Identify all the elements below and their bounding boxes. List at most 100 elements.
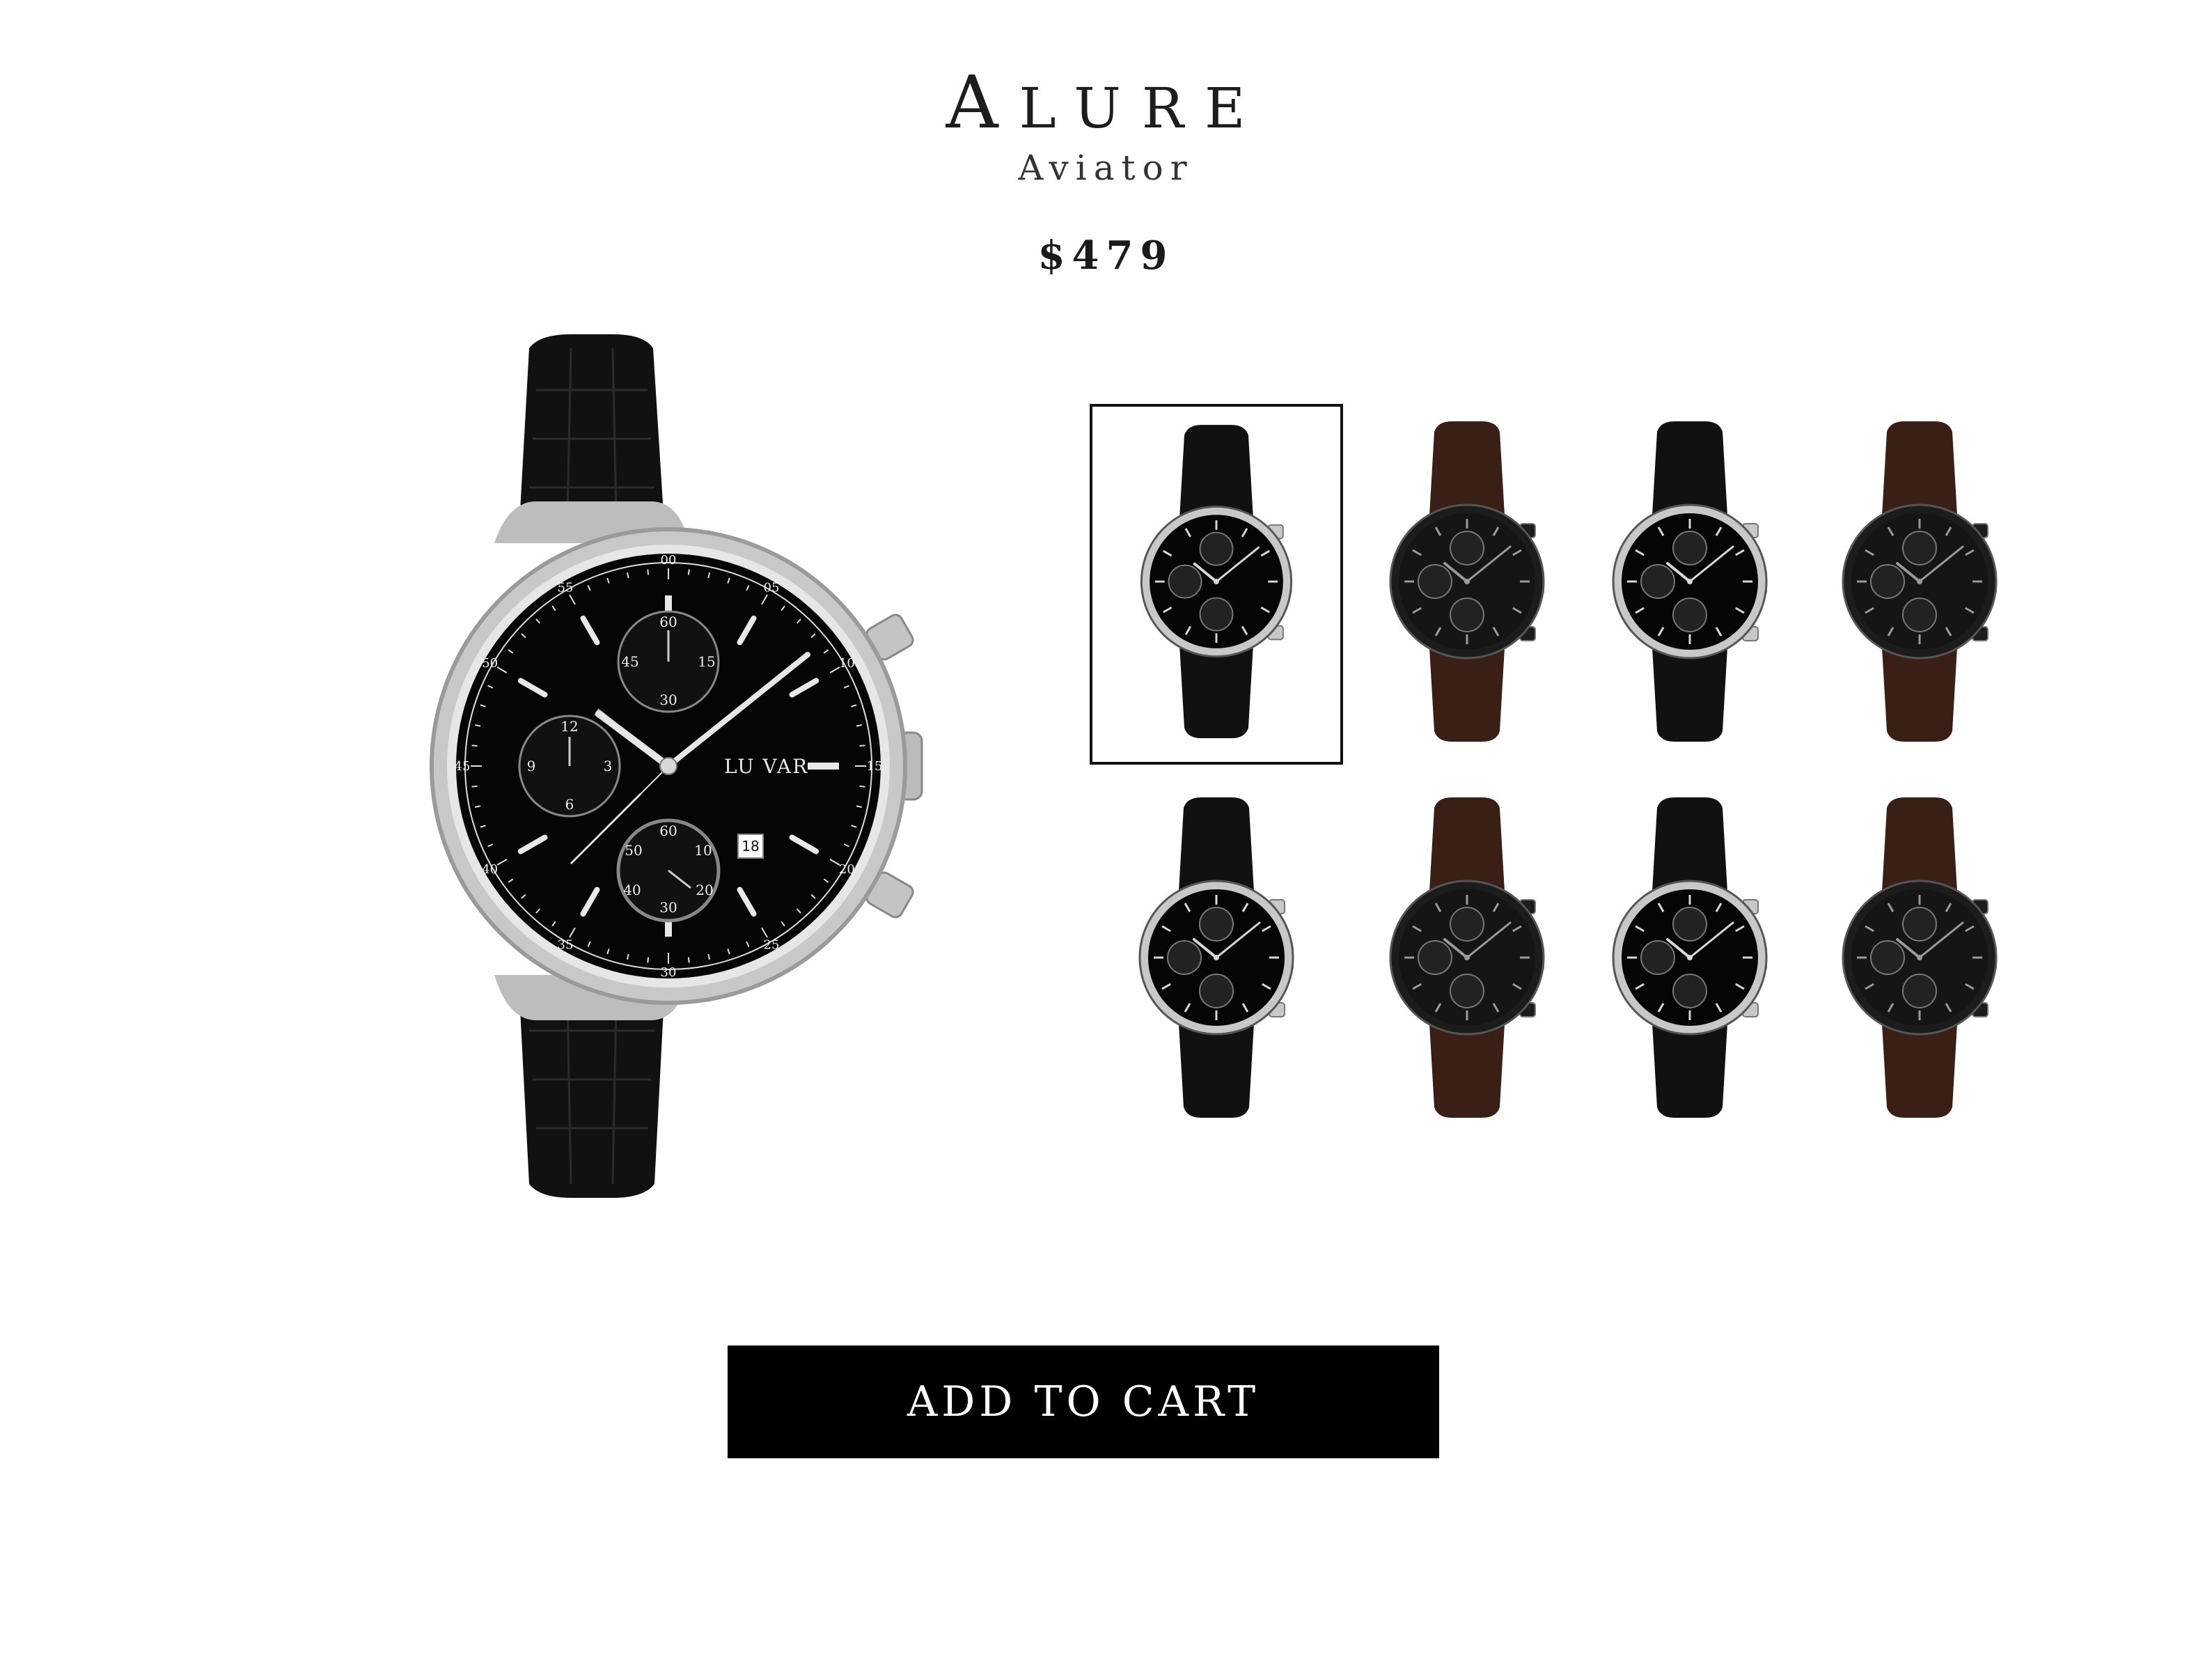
minute-label: 30: [661, 965, 677, 980]
minute-tick: [859, 785, 865, 788]
thumbnail-watch-image: [1138, 797, 1294, 1118]
thumb-center-pin: [1687, 579, 1693, 584]
subdial-bottom-60: 60: [659, 822, 677, 839]
thumbnail-3[interactable]: [1563, 404, 1817, 765]
center-pin: [659, 757, 677, 775]
thumbnail-1[interactable]: [1090, 404, 1343, 765]
thumb-upper-strap: [1179, 425, 1253, 517]
add-to-cart-button[interactable]: ADD TO CART: [728, 1345, 1439, 1458]
thumb-subdial-top: [1902, 907, 1937, 942]
minute-label: 55: [558, 581, 574, 595]
thumb-lower-strap: [1882, 648, 1957, 742]
thumb-upper-strap: [1179, 797, 1254, 891]
subdial-top-30: 30: [659, 692, 677, 708]
thumb-lower-strap: [1652, 648, 1727, 742]
thumb-lower-strap: [1179, 646, 1253, 739]
thumb-center-pin: [1214, 955, 1219, 960]
thumb-subdial-left: [1640, 564, 1675, 599]
thumb-lower-strap: [1429, 1024, 1505, 1118]
thumb-center-pin: [1917, 955, 1922, 960]
thumb-subdial-top: [1199, 907, 1234, 942]
thumb-center-pin: [1687, 955, 1693, 960]
brand-rest: lure: [1019, 76, 1266, 141]
thumb-lower-strap: [1429, 648, 1505, 742]
dial-logo: LU VAR: [724, 755, 808, 778]
thumb-subdial-left: [1870, 564, 1905, 599]
thumbnail-6[interactable]: [1340, 780, 1594, 1141]
thumbnail-2[interactable]: [1340, 404, 1594, 765]
thumb-upper-strap: [1652, 421, 1727, 515]
thumb-subdial-left: [1418, 940, 1452, 975]
thumb-subdial-bottom: [1902, 974, 1937, 1008]
minute-label: 15: [867, 759, 883, 774]
thumbnail-8[interactable]: [1793, 780, 2046, 1141]
thumb-subdial-bottom: [1199, 974, 1234, 1008]
subdial-bottom-10: 10: [694, 842, 712, 859]
subdial-bottom-40: 40: [623, 882, 641, 898]
thumbnail-5[interactable]: [1090, 780, 1343, 1141]
thumb-subdial-bottom: [1672, 598, 1707, 632]
thumbnail-4[interactable]: [1793, 404, 2046, 765]
thumbnail-watch-image: [1389, 421, 1545, 742]
minute-label: 35: [558, 937, 574, 952]
minute-label: 45: [455, 759, 471, 774]
thumb-center-pin: [1214, 579, 1219, 584]
thumb-subdial-left: [1418, 564, 1452, 599]
thumbnail-watch-image: [1140, 425, 1293, 739]
thumbnail-watch-image: [1612, 797, 1768, 1118]
subdial-bottom-30: 30: [659, 899, 677, 916]
thumb-upper-strap: [1882, 797, 1957, 891]
thumb-subdial-bottom: [1199, 597, 1234, 632]
thumb-subdial-left: [1870, 940, 1905, 975]
subdial-top-15: 15: [698, 653, 715, 670]
thumb-subdial-top: [1672, 531, 1707, 565]
thumbnail-watch-image: [1842, 797, 1998, 1118]
thumbnail-watch-image: [1389, 797, 1545, 1118]
thumb-subdial-top: [1199, 531, 1234, 566]
thumb-subdial-bottom: [1450, 974, 1484, 1008]
thumb-subdial-top: [1902, 531, 1937, 565]
thumb-upper-strap: [1652, 797, 1727, 891]
thumbnail-gallery: [1090, 404, 2050, 1142]
subdial-bottom-20: 20: [696, 882, 713, 898]
minute-label: 25: [764, 937, 780, 952]
thumb-center-pin: [1464, 955, 1470, 960]
thumb-lower-strap: [1179, 1024, 1254, 1118]
watch-illustration: 000510152025303540455055 60 15 30 45 12 …: [430, 334, 923, 1198]
thumb-subdial-top: [1672, 907, 1707, 942]
thumbnail-7[interactable]: [1563, 780, 1817, 1141]
minute-label: 40: [482, 862, 498, 877]
subdial-top-60: 60: [659, 614, 677, 630]
thumb-subdial-top: [1450, 531, 1484, 565]
thumb-lower-strap: [1652, 1024, 1727, 1118]
thumb-subdial-left: [1167, 940, 1202, 975]
thumb-subdial-bottom: [1902, 598, 1937, 632]
thumb-center-pin: [1464, 579, 1470, 584]
subdial-left-9: 9: [527, 758, 536, 774]
main-product-image: 00 05 10 15 20 25 30 35 40 45 50 55 60 15 30 45 12 …: [390, 334, 947, 1198]
thumb-lower-strap: [1882, 1024, 1957, 1118]
subdial-left-3: 3: [604, 758, 613, 774]
minute-label: 20: [839, 862, 855, 877]
minute-tick: [859, 744, 865, 747]
thumb-upper-strap: [1429, 797, 1505, 891]
subdial-left-6: 6: [565, 796, 574, 813]
subdial-bottom-50: 50: [625, 842, 642, 859]
minute-tick: [471, 744, 478, 747]
minute-label: 50: [482, 656, 498, 671]
thumbnail-watch-image: [1842, 421, 1998, 742]
minute-tick: [471, 785, 478, 788]
brand-initial: A: [946, 60, 1019, 145]
thumb-upper-strap: [1429, 421, 1505, 515]
date-value: 18: [742, 838, 759, 854]
subdial-left-12: 12: [560, 718, 578, 735]
thumbnail-watch-image: [1612, 421, 1768, 742]
model-name: Aviator: [1018, 148, 1194, 188]
thumb-subdial-bottom: [1672, 974, 1707, 1008]
thumb-subdial-left: [1640, 940, 1675, 975]
thumb-subdial-top: [1450, 907, 1484, 942]
thumb-subdial-left: [1168, 564, 1202, 599]
price: $479: [1037, 233, 1175, 279]
brand-title: Alure: [0, 60, 2212, 145]
thumb-upper-strap: [1882, 421, 1957, 515]
